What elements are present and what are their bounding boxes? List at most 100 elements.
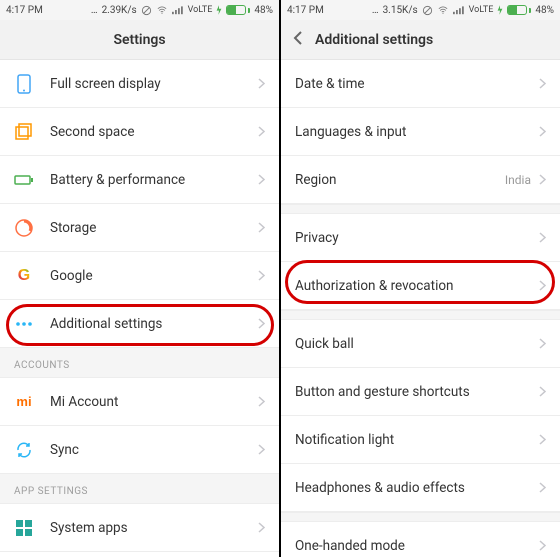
status-icons: … 2.39K/s VoLTE 48%	[91, 5, 273, 16]
row-label: Languages & input	[295, 124, 539, 140]
row-label: Authorization & revocation	[295, 278, 539, 294]
section-gap	[281, 204, 560, 214]
row-label: Google	[50, 268, 258, 284]
row-label: Mi Account	[50, 394, 258, 410]
row-system-apps[interactable]: System apps	[0, 504, 279, 552]
row-label: Date & time	[295, 76, 539, 92]
row-value: India	[505, 173, 531, 187]
row-sync[interactable]: Sync	[0, 426, 279, 474]
row-quick-ball[interactable]: Quick ball	[281, 320, 560, 368]
chevron-right-icon	[258, 444, 265, 455]
row-notification-light[interactable]: Notification light	[281, 416, 560, 464]
section-accounts: ACCOUNTS	[0, 348, 279, 378]
row-label: Battery & performance	[50, 172, 258, 188]
row-label: Storage	[50, 220, 258, 236]
chevron-right-icon	[258, 318, 265, 329]
chevron-right-icon	[539, 174, 546, 185]
mi-icon: mi	[14, 392, 34, 412]
row-label: Privacy	[295, 230, 539, 246]
section-gap	[281, 310, 560, 320]
chevron-right-icon	[539, 434, 546, 445]
chevron-right-icon	[258, 396, 265, 407]
chevron-right-icon	[539, 540, 546, 551]
chevron-right-icon	[258, 78, 265, 89]
battery-perf-icon	[14, 170, 34, 190]
page-title: Additional settings	[315, 32, 433, 48]
row-label: Button and gesture shortcuts	[295, 384, 539, 400]
charging-icon	[497, 5, 503, 15]
row-battery-performance[interactable]: Battery & performance	[0, 156, 279, 204]
chevron-right-icon	[539, 232, 546, 243]
row-one-handed[interactable]: One-handed mode	[281, 522, 560, 557]
second-space-icon	[14, 122, 34, 142]
battery-pct: 48%	[254, 5, 273, 16]
chevron-right-icon	[258, 174, 265, 185]
status-bar: 4:17 PM … 2.39K/s VoLTE 48%	[0, 0, 279, 20]
battery-icon	[226, 5, 250, 15]
row-label: Full screen display	[50, 76, 258, 92]
chevron-right-icon	[258, 522, 265, 533]
do-not-disturb-icon	[141, 5, 152, 16]
google-icon: G	[14, 266, 34, 286]
status-bar: 4:17 PM … 3.15K/s VoLTE 48%	[281, 0, 560, 20]
signal-icon	[453, 5, 465, 15]
row-second-space[interactable]: Second space	[0, 108, 279, 156]
chevron-right-icon	[539, 338, 546, 349]
do-not-disturb-icon	[422, 5, 433, 16]
pane-additional-settings: 4:17 PM … 3.15K/s VoLTE 48% Additional s…	[281, 0, 560, 557]
battery-icon	[507, 5, 531, 15]
section-gap	[281, 512, 560, 522]
chevron-right-icon	[258, 270, 265, 281]
header-settings: Settings	[0, 20, 279, 60]
row-date-time[interactable]: Date & time	[281, 60, 560, 108]
status-time: 4:17 PM	[287, 5, 324, 16]
chevron-right-icon	[539, 78, 546, 89]
row-label: Second space	[50, 124, 258, 140]
status-volte: VoLTE	[469, 5, 494, 15]
row-headphones-audio[interactable]: Headphones & audio effects	[281, 464, 560, 512]
wifi-icon	[156, 5, 168, 15]
row-label: Region	[295, 172, 505, 188]
row-full-screen-display[interactable]: Full screen display	[0, 60, 279, 108]
status-speed: 3.15K/s	[383, 5, 418, 16]
page-title: Settings	[113, 32, 165, 48]
row-label: Additional settings	[50, 316, 258, 332]
row-button-gesture[interactable]: Button and gesture shortcuts	[281, 368, 560, 416]
row-storage[interactable]: Storage	[0, 204, 279, 252]
chevron-right-icon	[539, 386, 546, 397]
row-installed-apps[interactable]: Installed apps	[0, 552, 279, 557]
back-icon[interactable]	[293, 31, 303, 49]
chevron-right-icon	[539, 280, 546, 291]
status-volte: VoLTE	[188, 5, 213, 15]
row-mi-account[interactable]: mi Mi Account	[0, 378, 279, 426]
pane-settings: 4:17 PM … 2.39K/s VoLTE 48% Settings Ful…	[0, 0, 279, 557]
row-authorization-revocation[interactable]: Authorization & revocation	[281, 262, 560, 310]
header-additional-settings: Additional settings	[281, 20, 560, 60]
status-time: 4:17 PM	[6, 5, 43, 16]
phone-icon	[14, 74, 34, 94]
storage-icon	[14, 218, 34, 238]
section-app-settings: APP SETTINGS	[0, 474, 279, 504]
row-label: Notification light	[295, 432, 539, 448]
wifi-icon	[437, 5, 449, 15]
row-privacy[interactable]: Privacy	[281, 214, 560, 262]
more-icon	[14, 314, 34, 334]
signal-icon	[172, 5, 184, 15]
battery-pct: 48%	[535, 5, 554, 16]
settings-list: Full screen display Second space Battery…	[0, 60, 279, 557]
row-google[interactable]: G Google	[0, 252, 279, 300]
chevron-right-icon	[539, 482, 546, 493]
system-apps-icon	[14, 518, 34, 538]
charging-icon	[216, 5, 222, 15]
row-label: Quick ball	[295, 336, 539, 352]
additional-settings-list: Date & time Languages & input Region Ind…	[281, 60, 560, 557]
row-label: System apps	[50, 520, 258, 536]
row-additional-settings[interactable]: Additional settings	[0, 300, 279, 348]
row-languages-input[interactable]: Languages & input	[281, 108, 560, 156]
row-label: Sync	[50, 442, 258, 458]
chevron-right-icon	[258, 126, 265, 137]
chevron-right-icon	[539, 126, 546, 137]
row-region[interactable]: Region India	[281, 156, 560, 204]
sync-icon	[14, 440, 34, 460]
chevron-right-icon	[258, 222, 265, 233]
